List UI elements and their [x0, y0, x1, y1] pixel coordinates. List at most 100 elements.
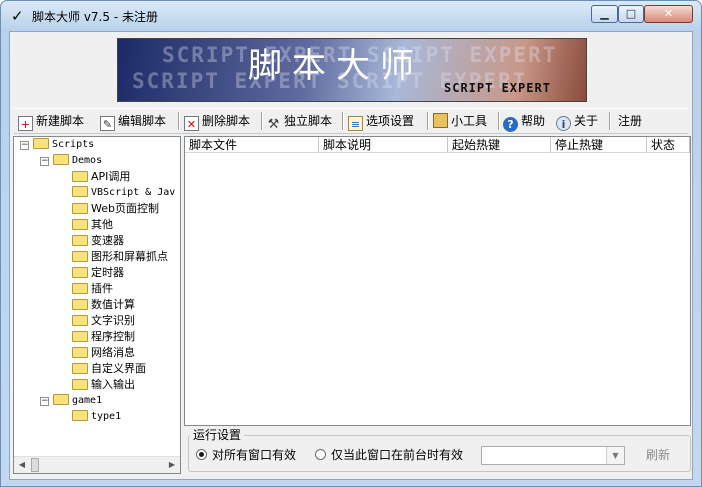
tree-node-demos[interactable]: Demos [53, 153, 102, 169]
help-icon: ? [503, 117, 518, 132]
script-tree[interactable]: − Scripts − Demos API调用 VBScript & Jav W… [13, 136, 181, 474]
tree-node-label: 输入输出 [91, 378, 135, 391]
refresh-button[interactable]: 刷新 [634, 446, 682, 465]
tree-node-demo-item[interactable]: 定时器 [72, 265, 124, 281]
folder-icon [53, 394, 69, 405]
delete-script-icon: ✕ [184, 116, 199, 131]
folder-icon [72, 171, 88, 182]
title-bar[interactable]: ✓ 脚本大师 v7.5 - 未注册 ▁ □ ✕ [1, 1, 701, 31]
scroll-left-icon[interactable]: ◀ [14, 457, 30, 473]
radio-foreground-only[interactable]: 仅当此窗口在前台时有效 [315, 447, 463, 463]
folder-icon [72, 219, 88, 230]
folder-icon [72, 347, 88, 358]
tree-node-type1[interactable]: type1 [72, 409, 121, 425]
main-window: ✓ 脚本大师 v7.5 - 未注册 ▁ □ ✕ SCRIPT EXPERT SC… [0, 0, 702, 487]
tree-node-demo-item[interactable]: 图形和屏幕抓点 [72, 249, 168, 265]
new-script-icon: + [18, 116, 33, 131]
minimize-button[interactable]: ▁ [591, 5, 618, 23]
folder-icon [72, 379, 88, 390]
tree-node-label: 其他 [91, 218, 113, 231]
toolbar-separator [609, 112, 611, 130]
help-label: 帮助 [521, 114, 546, 128]
small-tools-button[interactable]: 小工具 [433, 110, 487, 132]
tree-horizontal-scrollbar[interactable]: ◀ ▶ [14, 456, 180, 473]
tree-node-label: 图形和屏幕抓点 [91, 250, 168, 263]
folder-icon [72, 299, 88, 310]
new-script-label: 新建脚本 [36, 114, 85, 128]
scrollbar-thumb[interactable] [31, 458, 39, 472]
app-banner: SCRIPT EXPERT SCRIPT EXPERT SCRIPT EXPER… [117, 38, 587, 102]
folder-icon [33, 138, 49, 149]
delete-script-button[interactable]: ✕ 删除脚本 [184, 110, 250, 132]
tree-node-label: game1 [72, 395, 103, 406]
maximize-button[interactable]: □ [618, 5, 644, 23]
tree-node-demo-item[interactable]: 变速器 [72, 233, 124, 249]
close-button[interactable]: ✕ [644, 5, 693, 23]
folder-icon [72, 251, 88, 262]
script-list[interactable]: 脚本文件 脚本说明 起始热键 停止热键 状态 [184, 136, 691, 426]
client-area: SCRIPT EXPERT SCRIPT EXPERT SCRIPT EXPER… [9, 31, 693, 480]
edit-script-button[interactable]: ✎ 编辑脚本 [100, 110, 166, 132]
app-check-icon: ✓ [11, 7, 24, 25]
collapse-scripts-icon[interactable]: − [20, 141, 29, 150]
tree-node-demo-item[interactable]: 文字识别 [72, 313, 135, 329]
edit-script-icon: ✎ [100, 116, 115, 131]
about-button[interactable]: i 关于 [556, 110, 598, 132]
column-header-start-hotkey[interactable]: 起始热键 [448, 137, 551, 153]
window-title: 脚本大师 v7.5 - 未注册 [32, 10, 158, 24]
tree-node-demo-item[interactable]: VBScript & Jav [72, 185, 175, 201]
register-button[interactable]: 注册 [618, 110, 642, 132]
tree-node-demo-item[interactable]: 自定义界面 [72, 361, 146, 377]
tree-node-demo-item[interactable]: Web页面控制 [72, 201, 159, 217]
tree-node-label: 文字识别 [91, 314, 135, 327]
tree-node-label: 插件 [91, 282, 113, 295]
collapse-demos-icon[interactable]: − [40, 157, 49, 166]
toolbar: + 新建脚本 ✎ 编辑脚本 ✕ 删除脚本 ⚒ 独立脚本 ≡ 选项设置 小工具 ?… [14, 108, 688, 134]
run-settings-legend: 运行设置 [190, 428, 245, 442]
help-button[interactable]: ? 帮助 [503, 110, 545, 132]
about-label: 关于 [574, 114, 599, 128]
tree-node-demo-item[interactable]: 插件 [72, 281, 113, 297]
chevron-down-icon[interactable]: ▼ [606, 447, 624, 464]
tree-node-label: 数值计算 [91, 298, 135, 311]
collapse-game1-icon[interactable]: − [40, 397, 49, 406]
column-header-script-file[interactable]: 脚本文件 [185, 137, 319, 153]
tree-node-label: VBScript & Jav [91, 187, 176, 198]
tree-node-label: Web页面控制 [91, 202, 159, 215]
folder-icon [72, 331, 88, 342]
radio-all-windows[interactable]: 对所有窗口有效 [196, 447, 296, 463]
tree-node-demo-item[interactable]: 程序控制 [72, 329, 135, 345]
new-script-button[interactable]: + 新建脚本 [18, 110, 84, 132]
toolbar-separator [342, 112, 344, 130]
tree-node-demo-item[interactable]: 输入输出 [72, 377, 135, 393]
options-button[interactable]: ≡ 选项设置 [348, 110, 414, 132]
tree-node-demo-item[interactable]: 网络消息 [72, 345, 135, 361]
standalone-script-button[interactable]: ⚒ 独立脚本 [266, 110, 332, 132]
tree-node-scripts[interactable]: Scripts [33, 137, 94, 153]
tree-node-demo-item[interactable]: 其他 [72, 217, 113, 233]
banner-title-cn: 脚本大师 [248, 46, 424, 86]
radio-foreground-only-label: 仅当此窗口在前台时有效 [331, 448, 464, 462]
tree-node-demo-item[interactable]: 数值计算 [72, 297, 135, 313]
small-tools-label: 小工具 [451, 114, 488, 128]
tree-node-game1[interactable]: game1 [53, 393, 102, 409]
folder-icon [72, 315, 88, 326]
column-header-stop-hotkey[interactable]: 停止热键 [551, 137, 647, 153]
folder-icon [72, 186, 88, 197]
window-select-combo[interactable]: ▼ [481, 446, 625, 465]
tree-node-label: 网络消息 [91, 346, 135, 359]
toolbar-separator [427, 112, 429, 130]
tree-node-label: API调用 [91, 170, 131, 183]
column-header-status[interactable]: 状态 [647, 137, 690, 153]
tree-node-label: type1 [91, 411, 122, 422]
banner-title-en: SCRIPT EXPERT [444, 81, 551, 95]
tree-node-demo-item[interactable]: API调用 [72, 169, 130, 185]
radio-unselected-icon[interactable] [315, 449, 326, 460]
radio-selected-icon[interactable] [196, 449, 207, 460]
tools-icon: ⚒ [267, 117, 280, 132]
folder-icon [53, 154, 69, 165]
scroll-right-icon[interactable]: ▶ [164, 457, 180, 473]
register-label: 注册 [618, 114, 643, 128]
column-header-script-desc[interactable]: 脚本说明 [319, 137, 448, 153]
toolbox-icon [433, 113, 448, 128]
